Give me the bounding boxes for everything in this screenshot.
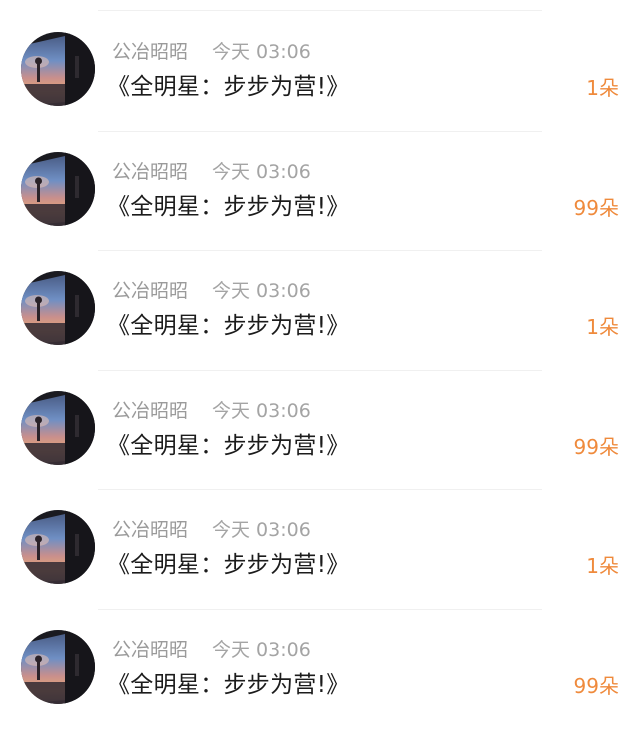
flower-count: 99朵: [574, 672, 619, 700]
flower-count: 1朵: [586, 74, 619, 102]
list-item[interactable]: 公冶昭昭 今天 03:06 《全明星：步步为营!》 1朵: [0, 12, 640, 132]
avatar[interactable]: [21, 510, 95, 584]
list-item[interactable]: 公冶昭昭 今天 03:06 《全明星：步步为营!》 1朵: [0, 490, 640, 610]
avatar[interactable]: [21, 630, 95, 704]
message-title[interactable]: 《全明星：步步为营!》: [107, 311, 350, 341]
message-title[interactable]: 《全明星：步步为营!》: [107, 550, 350, 580]
flower-count: 1朵: [586, 313, 619, 341]
top-divider: [98, 10, 542, 11]
message-title[interactable]: 《全明星：步步为营!》: [107, 670, 350, 700]
username[interactable]: 公冶昭昭: [112, 638, 188, 662]
timestamp: 今天 03:06: [212, 40, 311, 64]
list-item[interactable]: 公冶昭昭 今天 03:06 《全明星：步步为营!》 99朵: [0, 132, 640, 252]
message-title[interactable]: 《全明星：步步为营!》: [107, 431, 350, 461]
timestamp: 今天 03:06: [212, 279, 311, 303]
message-title[interactable]: 《全明星：步步为营!》: [107, 192, 350, 222]
message-list: 公冶昭昭 今天 03:06 《全明星：步步为营!》 1朵: [0, 12, 640, 729]
flower-count: 1朵: [586, 552, 619, 580]
avatar[interactable]: [21, 152, 95, 226]
username[interactable]: 公冶昭昭: [112, 40, 188, 64]
avatar[interactable]: [21, 391, 95, 465]
username[interactable]: 公冶昭昭: [112, 518, 188, 542]
list-item[interactable]: 公冶昭昭 今天 03:06 《全明星：步步为营!》 1朵: [0, 251, 640, 371]
flower-count: 99朵: [574, 194, 619, 222]
message-title[interactable]: 《全明星：步步为营!》: [107, 72, 350, 102]
username[interactable]: 公冶昭昭: [112, 399, 188, 423]
flower-count: 99朵: [574, 433, 619, 461]
list-item[interactable]: 公冶昭昭 今天 03:06 《全明星：步步为营!》 99朵: [0, 371, 640, 491]
username[interactable]: 公冶昭昭: [112, 279, 188, 303]
username[interactable]: 公冶昭昭: [112, 160, 188, 184]
avatar[interactable]: [21, 32, 95, 106]
timestamp: 今天 03:06: [212, 160, 311, 184]
avatar[interactable]: [21, 271, 95, 345]
timestamp: 今天 03:06: [212, 638, 311, 662]
list-item[interactable]: 公冶昭昭 今天 03:06 《全明星：步步为营!》 99朵: [0, 610, 640, 729]
timestamp: 今天 03:06: [212, 518, 311, 542]
timestamp: 今天 03:06: [212, 399, 311, 423]
